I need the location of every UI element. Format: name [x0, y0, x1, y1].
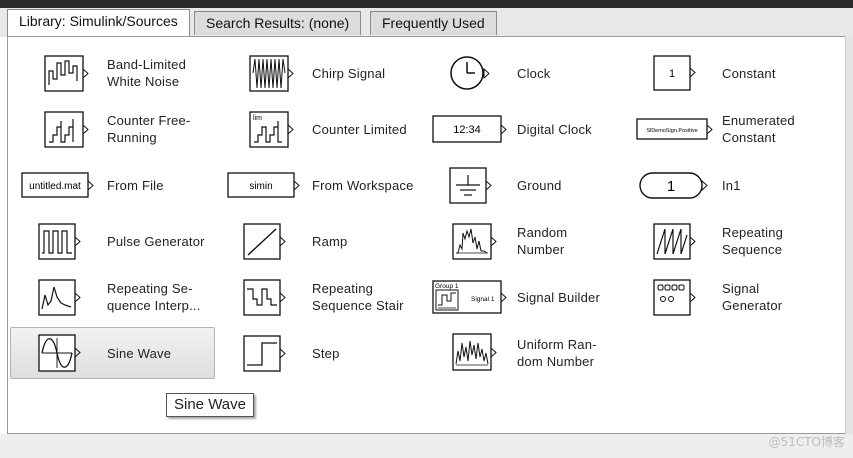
block-label: From File — [107, 178, 164, 193]
block-label: Band-Limited White Noise — [107, 57, 186, 89]
from-file-icon: untitled.mat — [21, 172, 94, 198]
from-workspace-icon: simin — [227, 172, 300, 198]
tab-search-results[interactable]: Search Results: (none) — [194, 11, 362, 35]
counter-limited-icon: lim — [249, 111, 294, 148]
block-band-limited-white-noise[interactable]: Band-Limited White Noise — [21, 51, 226, 103]
block-repeating-sequence-stair[interactable]: Repeating Sequence Stair — [226, 275, 431, 327]
block-repeating-sequence-interp[interactable]: Repeating Se- quence Interp... — [21, 275, 226, 327]
block-label: Ground — [517, 178, 562, 193]
chirp-signal-icon — [249, 55, 294, 92]
watermark-text: @51CTO博客 — [768, 435, 845, 449]
block-step[interactable]: Step — [226, 331, 431, 383]
block-label: Ramp — [312, 234, 348, 249]
block-label: Counter Limited — [312, 122, 407, 137]
constant-icon: 1 — [653, 55, 696, 91]
counter-free-running-icon — [44, 111, 89, 148]
sine-wave-tooltip: Sine Wave — [166, 393, 254, 417]
digital-clock-icon: 12:34 — [432, 115, 507, 143]
block-enumerated-constant[interactable]: SlDemoSign.Positive Enumerated Constant — [636, 107, 841, 159]
from-file-value: untitled.mat — [29, 181, 81, 192]
digital-clock-value: 12:34 — [453, 124, 481, 136]
repeating-sequence-icon — [653, 223, 696, 260]
block-constant[interactable]: 1 Constant — [636, 51, 841, 103]
block-label: Digital Clock — [517, 122, 592, 137]
ground-icon — [449, 167, 492, 204]
band-limited-white-noise-icon — [44, 55, 89, 92]
block-label: Counter Free- Running — [107, 113, 191, 145]
block-pulse-generator[interactable]: Pulse Generator — [21, 219, 226, 271]
block-label: Step — [312, 346, 340, 361]
block-label: Repeating Sequence — [722, 225, 784, 257]
block-label: Signal Generator — [722, 281, 783, 313]
block-label: Chirp Signal — [312, 66, 386, 81]
block-chirp-signal[interactable]: Chirp Signal — [226, 51, 431, 103]
block-label: Repeating Se- quence Interp... — [107, 281, 201, 313]
signal-builder-group: Group 1 — [435, 283, 459, 290]
block-counter-free-running[interactable]: Counter Free- Running — [21, 107, 226, 159]
block-from-file[interactable]: untitled.mat From File — [21, 163, 226, 215]
sine-wave-icon — [38, 334, 81, 372]
block-label: Repeating Sequence Stair — [312, 281, 404, 313]
uniform-random-number-icon — [452, 333, 497, 371]
block-ramp[interactable]: Ramp — [226, 219, 431, 271]
repeating-sequence-stair-icon — [243, 279, 286, 316]
block-random-number[interactable]: Random Number — [431, 219, 636, 271]
block-label: Random Number — [517, 225, 568, 257]
block-label: Sine Wave — [107, 346, 172, 361]
from-workspace-value: simin — [249, 181, 272, 192]
random-number-icon — [452, 223, 497, 260]
block-signal-builder[interactable]: Group 1 Signal 1 Signal Builder — [431, 275, 636, 327]
ramp-icon — [243, 223, 286, 260]
library-tab-bar: Library: Simulink/Sources Search Results… — [0, 8, 853, 37]
signal-generator-icon — [653, 279, 696, 316]
block-in1[interactable]: 1 In1 — [636, 163, 841, 215]
signal-builder-icon: Group 1 Signal 1 — [432, 280, 507, 314]
block-clock[interactable]: Clock — [431, 51, 636, 103]
block-label: Pulse Generator — [107, 234, 205, 249]
block-sine-wave[interactable]: Sine Wave — [10, 327, 215, 379]
enumerated-constant-value: SlDemoSign.Positive — [646, 128, 697, 134]
in1-value: 1 — [667, 178, 675, 195]
block-signal-generator[interactable]: Signal Generator — [636, 275, 841, 327]
block-label: Clock — [517, 66, 551, 81]
counter-limited-mark: lim — [253, 115, 262, 122]
library-block-panel: Band-Limited White Noise Chirp Signal Cl… — [7, 36, 846, 434]
block-ground[interactable]: Ground — [431, 163, 636, 215]
clock-icon — [450, 56, 490, 90]
panel-bottom-area — [0, 434, 853, 458]
constant-value: 1 — [669, 68, 675, 80]
vertical-scrollbar[interactable] — [845, 36, 853, 434]
tab-library-sources[interactable]: Library: Simulink/Sources — [7, 9, 190, 36]
block-label: In1 — [722, 178, 741, 193]
block-label: Enumerated Constant — [722, 113, 795, 145]
block-digital-clock[interactable]: 12:34 Digital Clock — [431, 107, 636, 159]
in1-port-icon: 1 — [639, 172, 708, 199]
block-counter-limited[interactable]: lim Counter Limited — [226, 107, 431, 159]
repeating-sequence-interp-icon — [38, 279, 81, 316]
step-icon — [243, 335, 286, 372]
signal-builder-signal: Signal 1 — [471, 296, 495, 303]
block-label: Signal Builder — [517, 290, 601, 305]
block-label: Constant — [722, 66, 776, 81]
block-repeating-sequence[interactable]: Repeating Sequence — [636, 219, 841, 271]
block-from-workspace[interactable]: simin From Workspace — [226, 163, 431, 215]
pulse-generator-icon — [38, 223, 81, 260]
window-top-strip — [0, 0, 853, 8]
block-uniform-random-number[interactable]: Uniform Ran- dom Number — [431, 331, 636, 383]
block-label: Uniform Ran- dom Number — [517, 337, 597, 369]
block-label: From Workspace — [312, 178, 414, 193]
tab-frequently-used[interactable]: Frequently Used — [370, 11, 497, 35]
enumerated-constant-icon: SlDemoSign.Positive — [636, 118, 713, 140]
